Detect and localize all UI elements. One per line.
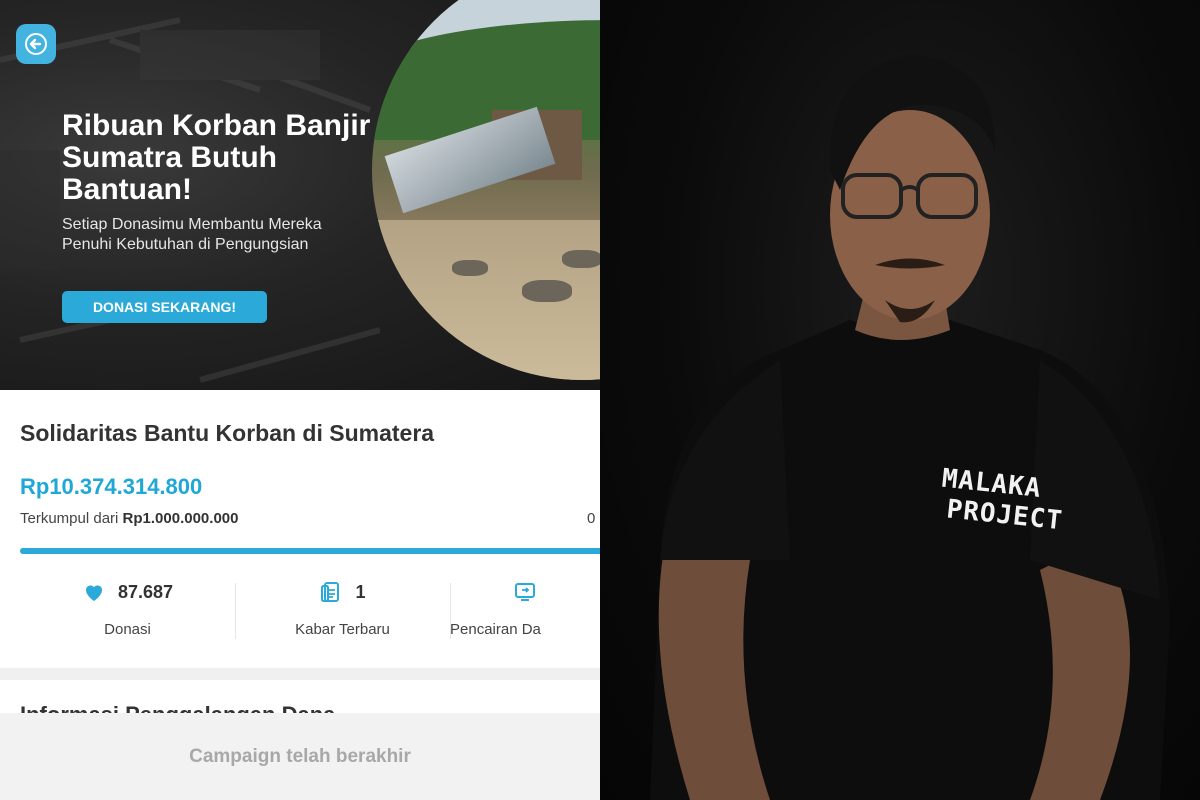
update-count: 1 — [355, 581, 366, 602]
portrait-photo: MALAKA PROJECT — [600, 0, 1200, 800]
banner-headline: Ribuan Korban Banjir Sumatra Butuh Bantu… — [62, 109, 371, 206]
donation-label: Donasi — [104, 621, 151, 638]
target-amount: Rp1.000.000.000 — [122, 510, 239, 527]
collected-amount: Rp10.374.314.800 — [20, 474, 203, 499]
shirt-logo: MALAKA PROJECT — [937, 464, 1067, 537]
flood-photo — [372, 0, 600, 380]
man-portrait — [650, 55, 1170, 800]
withdrawal-icon — [515, 583, 535, 601]
campaign-stats: 87.687 Donasi 1 Kabar Terbaru Pencairan … — [20, 575, 600, 645]
stat-donations[interactable]: 87.687 Donasi — [20, 575, 235, 645]
update-label: Kabar Terbaru — [295, 621, 390, 638]
withdrawal-label: Pencairan Da — [450, 621, 541, 638]
campaign-ended-text: Campaign telah berakhir — [189, 745, 411, 767]
campaign-screen: Ribuan Korban Banjir Sumatra Butuh Bantu… — [0, 0, 600, 800]
campaign-ended-bar: Campaign telah berakhir — [0, 713, 600, 800]
progress-fill — [20, 548, 600, 554]
percent-text: 0 — [587, 510, 596, 527]
donate-now-button[interactable]: DONASI SEKARANG! — [62, 291, 267, 323]
campaign-title: Solidaritas Bantu Korban di Sumatera — [20, 420, 435, 446]
donation-count: 87.687 — [117, 581, 174, 602]
stat-withdrawal[interactable]: Pencairan Da — [450, 575, 600, 645]
info-section: Informasi Penggalangan Dana — [0, 680, 600, 715]
target-info: Terkumpul dari Rp1.000.000.000 — [20, 510, 238, 527]
section-divider — [0, 668, 600, 680]
heart-icon — [85, 585, 102, 601]
banner-subline: Setiap Donasimu Membantu Mereka Penuhi K… — [62, 216, 322, 253]
news-icon — [321, 582, 340, 602]
campaign-banner: Ribuan Korban Banjir Sumatra Butuh Bantu… — [0, 0, 600, 390]
target-prefix: Terkumpul dari — [20, 510, 119, 527]
progress-bar — [20, 548, 600, 554]
stat-updates[interactable]: 1 Kabar Terbaru — [235, 575, 450, 645]
arrow-left-icon — [25, 33, 47, 55]
back-button[interactable] — [16, 24, 56, 64]
campaign-details: Solidaritas Bantu Korban di Sumatera Rp1… — [0, 390, 600, 670]
